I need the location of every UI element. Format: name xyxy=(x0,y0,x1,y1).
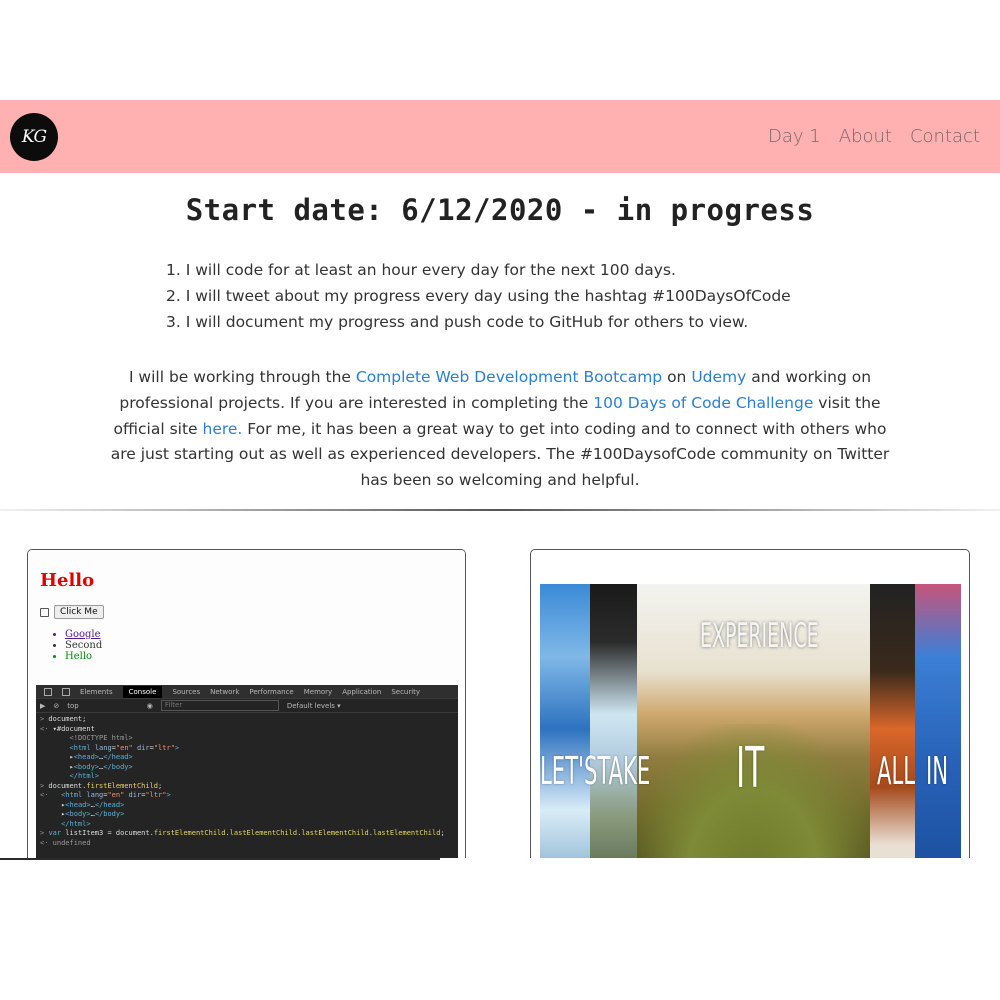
demo-heading: Hello xyxy=(40,570,95,591)
demo-controls: Click Me xyxy=(40,605,465,619)
udemy-link[interactable]: Udemy xyxy=(691,368,746,386)
nav-link-contact[interactable]: Contact xyxy=(910,126,980,147)
logo[interactable]: KG xyxy=(10,112,58,161)
project-card-dom-demo[interactable]: Hello Click Me Google Second Hello Eleme… xyxy=(27,549,466,869)
devtools-tab: Network xyxy=(210,687,240,696)
devtools-panel: Elements Console Sources Network Perform… xyxy=(36,685,458,868)
collage-word-all: ALL xyxy=(877,749,916,793)
collage-word-it: IT xyxy=(736,736,765,801)
goal-item: 2. I will tweet about my progress every … xyxy=(166,287,791,305)
device-icon xyxy=(62,687,70,696)
devtools-tabs: Elements Console Sources Network Perform… xyxy=(36,685,458,699)
block-icon: ⊘ xyxy=(53,701,60,710)
context-select: top xyxy=(67,701,79,710)
demo-list-item: Hello xyxy=(65,651,465,662)
intro-text: I will be working through the xyxy=(128,368,356,386)
collage-strip-building xyxy=(590,584,637,868)
section-divider xyxy=(0,509,1000,511)
collage-strip-sky xyxy=(540,584,590,868)
navbar: KG Day 1 About Contact xyxy=(0,100,1000,173)
devtools-tab: Memory xyxy=(303,687,333,696)
challenge-link[interactable]: 100 Days of Code Challenge xyxy=(593,394,813,412)
devtools-tab-active: Console xyxy=(122,685,163,698)
demo-page: Hello Click Me Google Second Hello xyxy=(28,550,465,685)
page-title: Start date: 6/12/2020 - in progress xyxy=(185,193,815,227)
goal-item: 3. I will document my progress and push … xyxy=(166,313,749,331)
play-icon: ▶ xyxy=(40,701,46,710)
devtools-tab: Sources xyxy=(172,687,201,696)
collage-word-lets-take: LET'STAKE xyxy=(540,749,651,793)
intro-text: on xyxy=(662,368,692,386)
nav-links: Day 1 About Contact xyxy=(768,126,980,147)
collage-word-experience: EXPERIENCE xyxy=(700,616,819,656)
console-filter: Filter xyxy=(160,700,279,711)
demo-list: Google Second Hello xyxy=(65,629,465,662)
eye-icon: ◉ xyxy=(146,701,153,710)
console-output: > document; <· ▾#document <!DOCTYPE html… xyxy=(40,715,445,847)
devtools-tab: Elements xyxy=(80,687,113,696)
demo-list-item: Google xyxy=(65,629,465,640)
goals-list: 1. I will code for at least an hour ever… xyxy=(166,257,866,335)
nav-link-about[interactable]: About xyxy=(839,126,892,147)
collage-word-in: IN xyxy=(926,749,949,793)
devtools-tab: Performance xyxy=(249,687,294,696)
demo-list-item: Second xyxy=(65,640,465,651)
official-site-link[interactable]: here. xyxy=(203,420,243,438)
photo-collage: EXPERIENCE LET'STAKE IT ALL IN xyxy=(540,584,961,868)
devtools-console-bar: ▶ ⊘ top ◉ Filter Default levels ▾ xyxy=(36,699,458,713)
levels-select: Default levels ▾ xyxy=(286,701,341,710)
intro-paragraph: I will be working through the Complete W… xyxy=(110,365,890,494)
collage-strip-fox xyxy=(870,584,915,868)
demo-checkbox xyxy=(40,607,49,617)
project-card-collage[interactable]: EXPERIENCE LET'STAKE IT ALL IN xyxy=(530,549,970,869)
nav-link-day-1[interactable]: Day 1 xyxy=(768,126,821,147)
bootcamp-link[interactable]: Complete Web Development Bootcamp xyxy=(356,368,662,386)
inspect-icon xyxy=(44,687,52,696)
devtools-tab: Application xyxy=(342,687,382,696)
demo-click-me-button: Click Me xyxy=(54,605,104,619)
page-bottom-blank xyxy=(0,858,1000,1000)
collage-strip-ocean xyxy=(915,584,961,868)
goal-item: 1. I will code for at least an hour ever… xyxy=(166,261,676,279)
devtools-tab: Security xyxy=(391,687,421,696)
